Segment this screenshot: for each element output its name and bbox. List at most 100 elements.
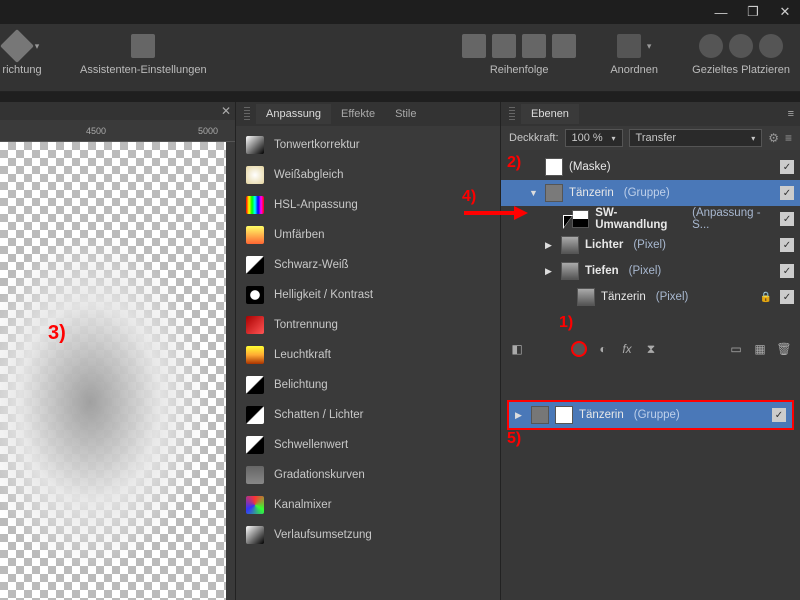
panel-menu-icon[interactable]: ≡ — [785, 131, 792, 145]
adjustment-item[interactable]: Schwellenwert — [236, 430, 500, 460]
order-icon — [462, 34, 486, 58]
adjustment-layer-icon[interactable] — [571, 341, 587, 357]
disclosure-icon[interactable]: ▼ — [529, 188, 539, 198]
gear-icon[interactable]: ⚙ — [768, 131, 779, 145]
visibility-check[interactable]: ✓ — [780, 290, 794, 304]
adjustment-label: Belichtung — [274, 379, 328, 391]
disclosure-icon[interactable]: ▶ — [545, 240, 555, 251]
hourglass-icon[interactable]: ⧗ — [643, 341, 659, 357]
link-icon[interactable]: ▦ — [752, 341, 768, 357]
grip-icon[interactable] — [244, 107, 250, 121]
window-close[interactable]: ✕ — [778, 5, 792, 19]
adjustment-item[interactable]: Schatten / Lichter — [236, 400, 500, 430]
mask-icon[interactable]: ◐ — [595, 341, 611, 357]
layer-row[interactable]: ▶ Lichter (Pixel) ✓ — [501, 232, 800, 258]
visibility-check[interactable]: ✓ — [780, 238, 794, 252]
layer-row[interactable]: (Maske)✓ — [501, 154, 800, 180]
adjustment-item[interactable]: Helligkeit / Kontrast — [236, 280, 500, 310]
visibility-check[interactable]: ✓ — [780, 160, 794, 174]
adjustment-icon — [246, 526, 264, 544]
window-minimize[interactable]: — — [714, 5, 728, 19]
layer-thumb — [531, 406, 549, 424]
adjustment-label: Helligkeit / Kontrast — [274, 289, 373, 301]
trash-icon[interactable]: 🗑 — [776, 341, 792, 357]
tab-stile[interactable]: Stile — [385, 104, 426, 124]
disclosure-icon[interactable]: ▶ — [545, 266, 555, 277]
adjustment-icon — [246, 256, 264, 274]
adjustment-list: Tonwertkorrektur Weißabgleich HSL-Anpassun… — [236, 126, 500, 554]
visibility-check[interactable]: ✓ — [780, 212, 794, 226]
tool-order[interactable]: Reihenfolge — [462, 32, 576, 76]
folder-icon[interactable]: ▭ — [728, 341, 744, 357]
opacity-label: Deckkraft: — [509, 132, 559, 144]
visibility-check[interactable]: ✓ — [772, 408, 786, 422]
blend-pass-icon[interactable]: ◧ — [509, 341, 525, 357]
tool-direction[interactable]: ▾ richtung — [0, 32, 52, 76]
adjustment-item[interactable]: Tontrennung — [236, 310, 500, 340]
adjustments-panel: Anpassung Effekte Stile Tonwertkorrektur… — [235, 102, 500, 600]
layer-row[interactable]: Tänzerin(Pixel)🔒✓ — [501, 284, 800, 310]
annotation-5: 5) — [507, 430, 521, 448]
lock-icon[interactable]: 🔒 — [760, 292, 772, 303]
document-tab[interactable]: ✕ — [0, 102, 235, 120]
adjustment-icon — [246, 226, 264, 244]
adjustment-item[interactable]: Umfärben — [236, 220, 500, 250]
layer-thumb — [577, 288, 595, 306]
tool-arrange[interactable]: ▾ Anordnen — [604, 32, 664, 76]
visibility-check[interactable]: ✓ — [780, 264, 794, 278]
main-toolbar: ▾ richtung Assistenten-Einstellungen Rei… — [0, 24, 800, 92]
adjustment-item[interactable]: Verlaufsumsetzung — [236, 520, 500, 550]
visibility-check[interactable]: ✓ — [780, 186, 794, 200]
direction-icon — [0, 29, 34, 63]
adjustment-label: Gradationskurven — [274, 469, 365, 481]
adjustment-item[interactable]: Tonwertkorrektur — [236, 130, 500, 160]
close-icon[interactable]: ✕ — [221, 104, 231, 118]
adjustment-label: Schwellenwert — [274, 439, 348, 451]
adjustment-icon — [246, 136, 264, 154]
place-icon — [729, 34, 753, 58]
adjustment-item[interactable]: Gradationskurven — [236, 460, 500, 490]
canvas[interactable] — [0, 142, 226, 600]
grip-icon[interactable] — [509, 107, 515, 121]
adjustment-item[interactable]: Belichtung — [236, 370, 500, 400]
opacity-dropdown[interactable]: 100 %▾ — [565, 129, 623, 147]
adjustment-item[interactable]: Leuchtkraft — [236, 340, 500, 370]
layer-type: (Gruppe) — [634, 409, 680, 421]
tab-ebenen[interactable]: Ebenen — [521, 104, 579, 124]
tool-label: Anordnen — [610, 64, 658, 76]
layer-name: Lichter — [585, 239, 623, 251]
adjustment-label: Kanalmixer — [274, 499, 332, 511]
fx-icon[interactable]: fx — [619, 341, 635, 357]
layer-name: Tänzerin — [601, 291, 646, 303]
layer-row[interactable]: ▼Tänzerin(Gruppe)✓ — [501, 180, 800, 206]
tool-assistant-settings[interactable]: Assistenten-Einstellungen — [80, 32, 207, 76]
tool-label: richtung — [2, 64, 41, 76]
order-icon — [522, 34, 546, 58]
adjustment-label: Tonwertkorrektur — [274, 139, 360, 151]
adjustment-item[interactable]: Schwarz-Weiß — [236, 250, 500, 280]
layer-type: (Pixel) — [633, 239, 666, 251]
tab-anpassung[interactable]: Anpassung — [256, 104, 331, 124]
adjustment-item[interactable]: Weißabgleich — [236, 160, 500, 190]
layers-panel: Ebenen ≡ Deckkraft: 100 %▾ Transfer▾ ⚙ ≡… — [500, 102, 800, 600]
layer-row[interactable]: ▶Tiefen(Pixel)✓ — [501, 258, 800, 284]
disclosure-icon[interactable]: ▶ — [515, 410, 525, 421]
adjustment-label: Umfärben — [274, 229, 325, 241]
tab-effekte[interactable]: Effekte — [331, 104, 385, 124]
ruler: 4500 5000 — [0, 120, 235, 142]
tool-label: Gezieltes Platzieren — [692, 64, 790, 76]
tool-targeted-place[interactable]: Gezieltes Platzieren — [692, 32, 790, 76]
layer-row-group[interactable]: ▶ Tänzerin (Gruppe) ✓ — [509, 402, 792, 428]
layer-name: SW-Umwandlung — [595, 207, 682, 231]
adjustment-label: Schatten / Lichter — [274, 409, 364, 421]
blend-dropdown[interactable]: Transfer▾ — [629, 129, 763, 147]
adjustment-label: Weißabgleich — [274, 169, 343, 181]
adjustment-item[interactable]: HSL-Anpassung — [236, 190, 500, 220]
panel-menu-icon[interactable]: ≡ — [788, 108, 794, 120]
adjustment-item[interactable]: Kanalmixer — [236, 490, 500, 520]
annotation-4: 4) — [462, 188, 476, 206]
mask-thumb — [555, 406, 573, 424]
adjustment-icon — [246, 166, 264, 184]
layer-row[interactable]: SW-Umwandlung(Anpassung - S...✓ — [501, 206, 800, 232]
window-maximize[interactable]: ❐ — [746, 5, 760, 19]
